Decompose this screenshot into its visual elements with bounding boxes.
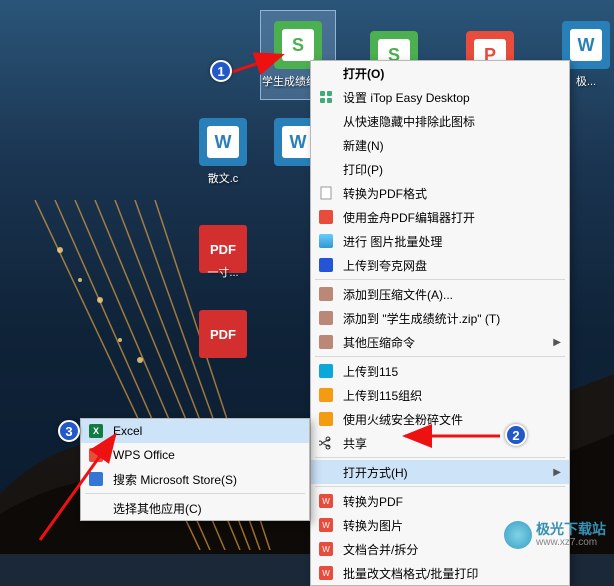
cloud-icon xyxy=(317,256,335,274)
archive-icon xyxy=(317,309,335,327)
desktop-icon-sanwen[interactable]: W 散文.c xyxy=(185,118,261,208)
wps-icon: W xyxy=(317,516,335,534)
ctx-imgbatch[interactable]: 进行 图片批量处理 xyxy=(311,229,569,253)
ctx-itop[interactable]: 设置 iTop Easy Desktop xyxy=(311,85,569,109)
ctx-open[interactable]: 打开(O) xyxy=(311,61,569,85)
excel-icon: X xyxy=(87,422,105,440)
wps-icon: W xyxy=(317,492,335,510)
sub-store[interactable]: 搜索 Microsoft Store(S) xyxy=(81,467,309,491)
store-icon xyxy=(87,470,105,488)
ctx-separator xyxy=(85,493,305,494)
ctx-115[interactable]: 上传到115 xyxy=(311,359,569,383)
wps-icon xyxy=(87,446,105,464)
ctx-open-with[interactable]: 打开方式(H)▶ xyxy=(311,460,569,484)
ctx-115org[interactable]: 上传到115组织 xyxy=(311,383,569,407)
sub-other[interactable]: 选择其他应用(C) xyxy=(81,496,309,520)
115-icon xyxy=(317,386,335,404)
archive-icon xyxy=(317,285,335,303)
ctx-pdf[interactable]: 转换为PDF格式 xyxy=(311,181,569,205)
watermark-title: 极光下载站 xyxy=(536,522,606,537)
ctx-separator xyxy=(315,457,565,458)
ctx-separator xyxy=(315,486,565,487)
ctx-new[interactable]: 新建(N) xyxy=(311,133,569,157)
image-icon xyxy=(317,232,335,250)
page-icon xyxy=(317,184,335,202)
sub-excel[interactable]: XExcel xyxy=(81,419,309,443)
ctx-jinzhou[interactable]: 使用金舟PDF编辑器打开 xyxy=(311,205,569,229)
wps-icon: W xyxy=(317,540,335,558)
share-icon xyxy=(317,434,335,452)
ctx-hide[interactable]: 从快速隐藏中排除此图标 xyxy=(311,109,569,133)
ctx-print[interactable]: 打印(P) xyxy=(311,157,569,181)
watermark: 极光下载站 www.xz7.com xyxy=(504,521,606,549)
chevron-right-icon: ▶ xyxy=(553,467,561,478)
grid-icon xyxy=(317,88,335,106)
115-icon xyxy=(317,362,335,380)
archive-icon xyxy=(317,333,335,351)
ctx-share[interactable]: 共享 xyxy=(311,431,569,455)
ctx-separator xyxy=(315,279,565,280)
context-menu: 打开(O) 设置 iTop Easy Desktop 从快速隐藏中排除此图标 新… xyxy=(310,60,570,586)
ctx-huorong[interactable]: 使用火绒安全粉碎文件 xyxy=(311,407,569,431)
wps-icon: W xyxy=(317,564,335,582)
annotation-badge-3: 3 xyxy=(58,420,80,442)
pdf-red-icon xyxy=(317,208,335,226)
annotation-badge-1: 1 xyxy=(210,60,232,82)
ctx-compress-zip[interactable]: 添加到 "学生成绩统计.zip" (T) xyxy=(311,306,569,330)
ctx-wps-batch[interactable]: W批量改文档格式/批量打印 xyxy=(311,561,569,585)
sub-wps[interactable]: WPS Office xyxy=(81,443,309,467)
shredder-icon xyxy=(317,410,335,428)
ctx-kuake[interactable]: 上传到夸克网盘 xyxy=(311,253,569,277)
watermark-icon xyxy=(504,521,532,549)
desktop-icon-pdf3[interactable]: PDF xyxy=(185,310,261,400)
annotation-badge-2: 2 xyxy=(505,424,527,446)
ctx-compress-a[interactable]: 添加到压缩文件(A)... xyxy=(311,282,569,306)
ctx-wps-pdf[interactable]: W转换为PDF xyxy=(311,489,569,513)
watermark-url: www.xz7.com xyxy=(536,537,606,548)
ctx-separator xyxy=(315,356,565,357)
open-with-submenu: XExcel WPS Office 搜索 Microsoft Store(S) … xyxy=(80,418,310,521)
chevron-right-icon: ▶ xyxy=(553,337,561,348)
ctx-compress-other[interactable]: 其他压缩命令▶ xyxy=(311,330,569,354)
